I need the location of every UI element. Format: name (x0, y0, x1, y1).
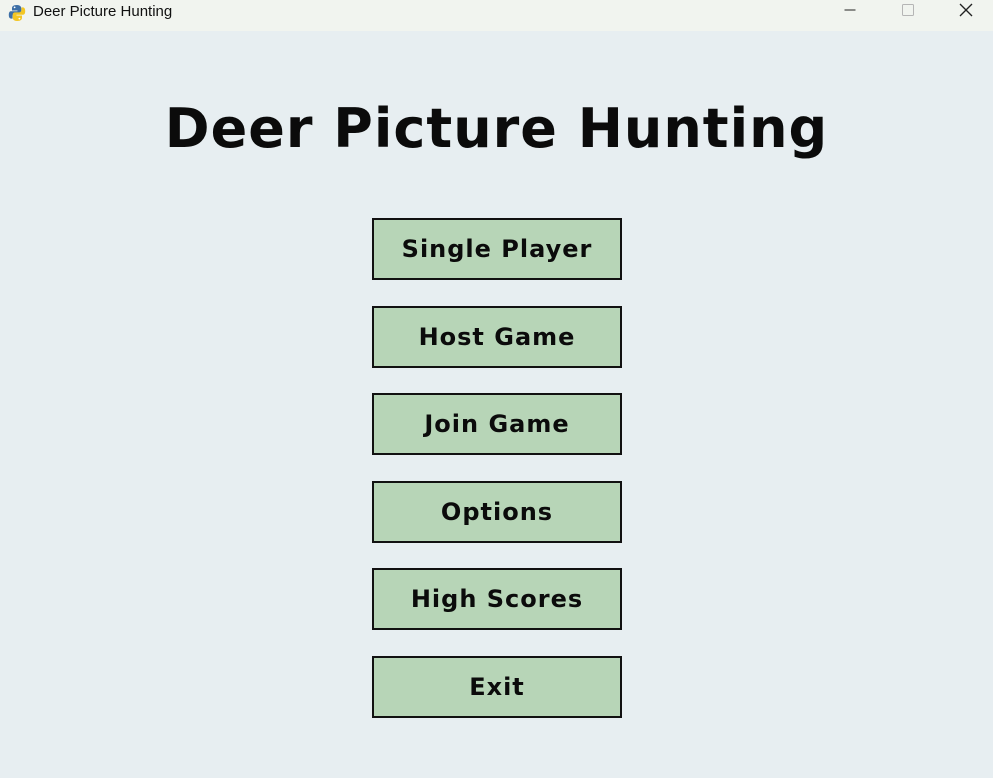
title-bar[interactable]: Deer Picture Hunting (0, 0, 993, 31)
app-window: Deer Picture Hunting Deer Picture Huntin… (0, 0, 993, 778)
single-player-label: Single Player (401, 235, 593, 263)
high-scores-label: High Scores (410, 585, 584, 613)
exit-label: Exit (469, 673, 525, 701)
python-icon (8, 4, 26, 22)
close-icon (959, 3, 973, 22)
game-title: Deer Picture Hunting (164, 97, 829, 160)
host-game-button[interactable]: Host Game (372, 306, 622, 368)
options-button[interactable]: Options (372, 481, 622, 543)
join-game-button[interactable]: Join Game (372, 393, 622, 455)
close-button[interactable] (937, 0, 993, 24)
minimize-button[interactable] (821, 0, 879, 24)
maximize-button[interactable] (879, 0, 937, 24)
maximize-icon (902, 3, 914, 21)
window-title: Deer Picture Hunting (33, 3, 173, 20)
high-scores-button[interactable]: High Scores (372, 568, 622, 630)
options-label: Options (440, 498, 554, 526)
single-player-button[interactable]: Single Player (372, 218, 622, 280)
host-game-label: Host Game (418, 323, 576, 351)
minimize-icon (844, 3, 856, 21)
exit-button[interactable]: Exit (372, 656, 622, 718)
join-game-label: Join Game (424, 410, 570, 438)
